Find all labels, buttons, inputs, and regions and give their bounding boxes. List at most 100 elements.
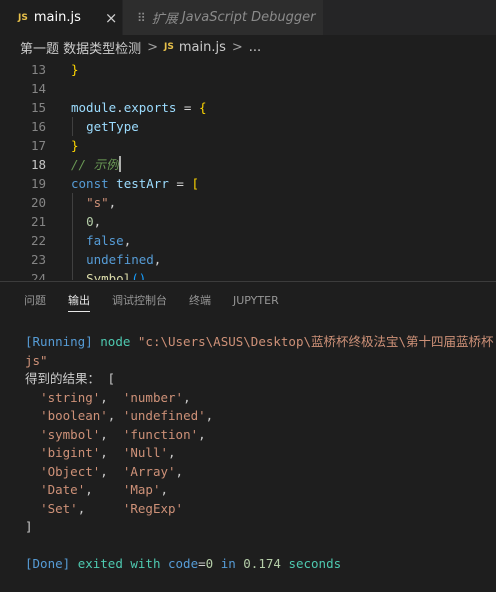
breadcrumb-more[interactable]: ... (249, 40, 261, 55)
code-token: , (146, 271, 154, 280)
panel-tab[interactable]: JUPYTER (233, 282, 279, 320)
output-token: "c:\Users\ASUS\Desktop\蓝桥杯终极法宝\第十四届蓝桥杯 (137, 334, 494, 349)
output-token: in (213, 556, 244, 571)
code-line[interactable]: 15 module.exports = { (0, 98, 496, 117)
output-panel[interactable]: [Running] node "c:\Users\ASUS\Desktop\蓝桥… (0, 319, 496, 592)
output-token: 'RegExp' (122, 500, 184, 516)
code-line[interactable]: 19 const testArr = [ (0, 174, 496, 193)
line-number: 13 (30, 62, 46, 77)
output-token: 'bigint' (40, 445, 101, 460)
text-cursor (118, 156, 121, 172)
code-text: "s", (71, 193, 116, 212)
code-token: () (131, 271, 147, 280)
code-line[interactable]: 18 // 示例 (0, 155, 496, 174)
output-token: , (100, 389, 123, 405)
panel-tab[interactable]: 调试控制台 (112, 282, 167, 320)
panel-tab[interactable]: 终端 (189, 282, 211, 320)
output-token: 'symbol' (40, 426, 101, 442)
code-editor[interactable]: 13} 14 15 module.exports = {16 getType 17} 18… (0, 58, 496, 280)
line-number: 17 (30, 138, 46, 153)
output-token: , (100, 445, 123, 460)
output-line: 得到的结果： [ (25, 370, 115, 389)
code-text: undefined, (71, 250, 161, 269)
code-token: = (176, 100, 199, 115)
output-token (25, 427, 40, 442)
code-text: } (71, 60, 79, 79)
chevron-right-icon: > (231, 39, 243, 55)
code-token: 0 (86, 214, 94, 229)
output-token: exited with (77, 556, 168, 571)
output-line: ] (25, 518, 33, 537)
breadcrumb-file[interactable]: main.js (179, 40, 226, 55)
panel-tab[interactable]: 问题 (24, 282, 46, 320)
code-text: module.exports = { (71, 98, 206, 117)
close-icon[interactable]: × (105, 9, 118, 27)
output-token: 得到的结果： [ (25, 371, 116, 386)
extension-icon: ⠿ (137, 10, 146, 25)
line-number: 22 (30, 233, 46, 248)
code-token: , (108, 195, 117, 210)
output-token: 'Array' (122, 463, 176, 479)
output-token: 'undefined' (122, 408, 206, 423)
breadcrumb-folder[interactable]: 第一题 数据类型检测 (20, 38, 141, 57)
line-number: 23 (30, 252, 46, 267)
code-line[interactable]: 13} (0, 60, 496, 79)
output-token: , (205, 408, 214, 423)
output-line: 'bigint', 'Null', (25, 444, 176, 463)
indent-guide (72, 193, 73, 280)
code-text: // 示例 (71, 155, 121, 174)
output-token: js" (25, 352, 48, 368)
code-text: const testArr = [ (71, 174, 199, 193)
tab-javascript-debugger[interactable]: ⠿ 扩展 JavaScript Debugger (123, 0, 323, 35)
code-line[interactable]: 23 undefined, (0, 250, 496, 269)
code-token: = (168, 176, 192, 191)
panel-tab-bar: 问题 输出 调试控制台 终端 JUPYTER (0, 281, 496, 319)
code-token: module (71, 100, 117, 115)
code-line[interactable]: 14 (0, 79, 496, 98)
line-number: 21 (30, 214, 46, 229)
editor-tab-bar: JS main.js × ⠿ 扩展 JavaScript Debugger (0, 0, 496, 36)
output-token: ] (25, 519, 33, 534)
output-token: , (107, 408, 123, 423)
code-line[interactable]: 20 "s", (0, 193, 496, 212)
output-line: 'symbol', 'function', (25, 426, 206, 445)
code-text: getType (71, 117, 139, 136)
line-number: 14 (30, 81, 46, 96)
output-token: [Done] (25, 556, 78, 571)
output-token (25, 482, 40, 497)
code-text: Symbol(), (71, 269, 154, 280)
code-line[interactable]: 22 false, (0, 231, 496, 250)
output-token: seconds (280, 556, 342, 571)
code-token: testArr (116, 176, 169, 191)
code-token: } (71, 62, 79, 77)
code-token: exports (123, 100, 177, 115)
code-line[interactable]: 16 getType (0, 117, 496, 136)
tab-prefix: 扩展 (151, 12, 178, 27)
output-token: , (198, 426, 206, 442)
output-token: , (100, 426, 123, 442)
output-token: , (168, 445, 176, 460)
js-file-icon: JS (18, 12, 28, 23)
code-text: 0, (71, 212, 101, 231)
line-number: 20 (30, 195, 46, 210)
code-line[interactable]: 17} (0, 136, 496, 155)
output-token: 'Date' (40, 482, 86, 497)
output-token: 'Map' (122, 482, 161, 497)
output-line: 'Date', 'Map', (25, 481, 168, 500)
code-token: "s" (86, 195, 109, 210)
code-token: false (86, 233, 124, 248)
output-token (25, 390, 40, 405)
output-line: 'string', 'number', (25, 389, 191, 408)
code-token: getType (86, 119, 139, 134)
tab-main-js[interactable]: JS main.js × (0, 0, 122, 35)
code-line[interactable]: 21 0, (0, 212, 496, 231)
code-text: false, (71, 231, 131, 250)
output-token: 'Set' (40, 500, 78, 516)
panel-tab[interactable]: 输出 (68, 282, 90, 320)
output-token: , (175, 463, 184, 479)
output-line: js" (25, 352, 48, 371)
line-number: 16 (30, 119, 46, 134)
code-line[interactable]: 24 Symbol(), (0, 269, 496, 280)
